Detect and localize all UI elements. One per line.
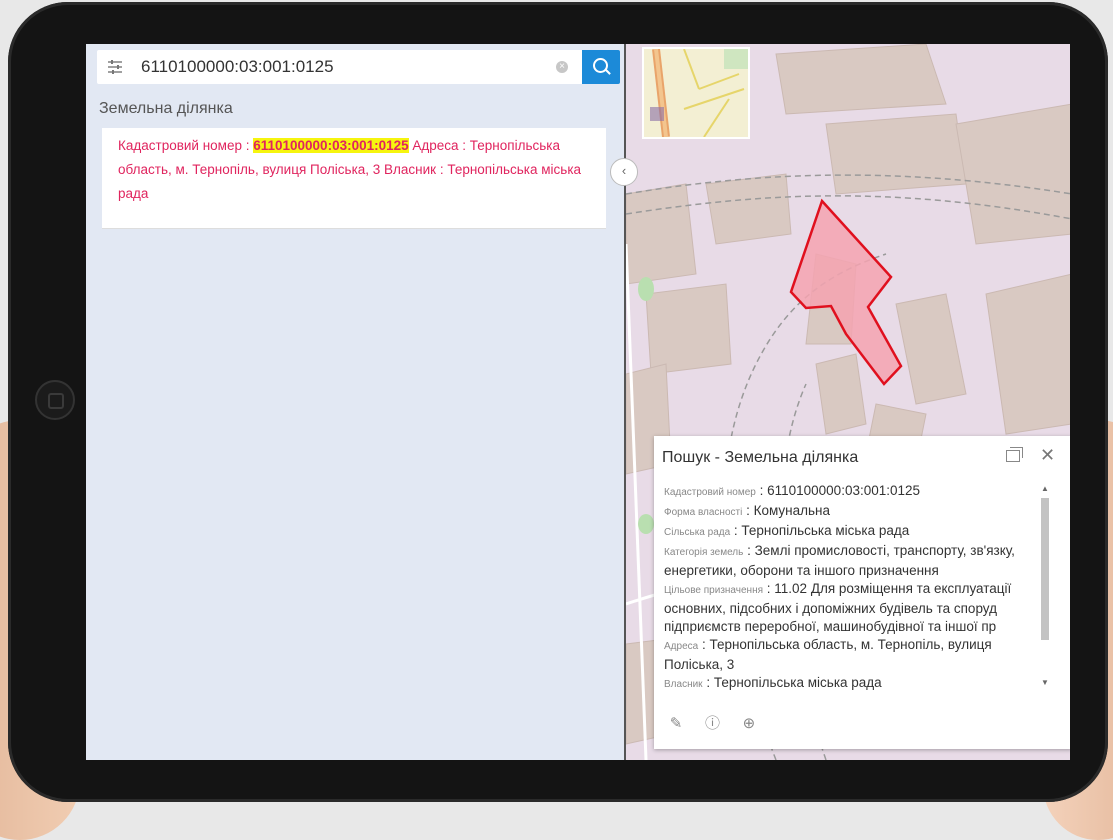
feature-popup: Пошук - Земельна ділянка ✕ Кадастровий н…: [654, 436, 1070, 749]
result-item[interactable]: Кадастровий номер : 6110100000:03:001:01…: [102, 128, 606, 229]
clear-icon[interactable]: ×: [556, 61, 568, 73]
result-prefix: Кадастровий номер :: [118, 138, 254, 153]
search-icon: [593, 58, 608, 73]
popup-field-value: Тернопільська міська рада: [741, 523, 910, 538]
close-icon[interactable]: ✕: [1040, 445, 1055, 466]
popup-field-value: Тернопільська область, м. Тернопіль, вул…: [664, 637, 992, 672]
popup-field-separator: :: [743, 543, 755, 558]
results-section-title: Земельна ділянка: [99, 100, 233, 117]
popup-title: Пошук - Земельна ділянка: [662, 449, 859, 466]
chevron-left-icon: ‹: [621, 163, 627, 178]
popup-field-label: Категорія земель: [664, 547, 744, 558]
popup-field-value: 6110100000:03:001:0125: [767, 483, 921, 498]
popup-field-label: Власник: [664, 679, 703, 690]
search-button[interactable]: [582, 50, 620, 84]
popup-field: Сільська рада : Тернопільська міська рад…: [664, 522, 1034, 542]
info-icon[interactable]: ⓘ: [702, 712, 722, 732]
popup-field-label: Форма власності: [664, 507, 743, 518]
popup-field-separator: :: [730, 523, 742, 538]
popup-field-value: Комунальна: [753, 503, 830, 518]
restore-window-icon[interactable]: [1006, 447, 1023, 462]
overview-minimap[interactable]: [642, 47, 750, 139]
collapse-panel-button[interactable]: ‹: [610, 158, 638, 186]
search-bar: 6110100000:03:001:0125 ×: [97, 50, 620, 84]
popup-content: Кадастровий номер : 6110100000:03:001:01…: [664, 482, 1034, 692]
popup-field-separator: :: [755, 483, 768, 498]
app-screen: 6110100000:03:001:0125 × Земельна ділянк…: [86, 44, 1070, 760]
zoom-in-icon[interactable]: ⊕: [739, 714, 759, 734]
map-view[interactable]: Пошук - Земельна ділянка ✕ Кадастровий н…: [624, 44, 1070, 760]
popup-scrollbar[interactable]: ▲ ▼: [1040, 484, 1050, 690]
search-input[interactable]: 6110100000:03:001:0125: [141, 57, 334, 77]
popup-field-separator: :: [763, 581, 775, 596]
home-button: [35, 380, 75, 420]
popup-field: Форма власності : Комунальна: [664, 502, 1034, 522]
popup-field-label: Адреса: [664, 641, 699, 652]
scroll-up-icon[interactable]: ▲: [1041, 484, 1049, 493]
popup-field: Адреса : Тернопільська область, м. Терно…: [664, 636, 1034, 674]
search-panel: 6110100000:03:001:0125 × Земельна ділянк…: [86, 44, 624, 760]
popup-field-label: Цільове призначення: [664, 585, 764, 596]
popup-actions: ✎ ⓘ ⊕: [666, 712, 771, 734]
scroll-down-icon[interactable]: ▼: [1041, 678, 1049, 687]
result-highlight: 6110100000:03:001:0125: [253, 138, 409, 153]
sliders-icon[interactable]: [107, 59, 123, 75]
edit-icon[interactable]: ✎: [666, 714, 686, 734]
popup-field: Категорія земель : Землі промисловості, …: [664, 542, 1034, 580]
popup-field-separator: :: [742, 503, 754, 518]
popup-field: Цільове призначення : 11.02 Для розміщен…: [664, 580, 1034, 636]
popup-field-label: Кадастровий номер: [664, 487, 756, 498]
popup-field: Власник : Тернопільська міська рада: [664, 674, 1034, 694]
popup-field-separator: :: [702, 675, 714, 690]
popup-field-value: Тернопільська міська рада: [713, 675, 882, 690]
scroll-thumb[interactable]: [1041, 498, 1049, 640]
popup-field-label: Сільська рада: [664, 527, 731, 538]
popup-field: Кадастровий номер : 6110100000:03:001:01…: [664, 482, 1034, 502]
popup-field-separator: :: [698, 637, 710, 652]
result-text: Кадастровий номер : 6110100000:03:001:01…: [118, 134, 598, 206]
